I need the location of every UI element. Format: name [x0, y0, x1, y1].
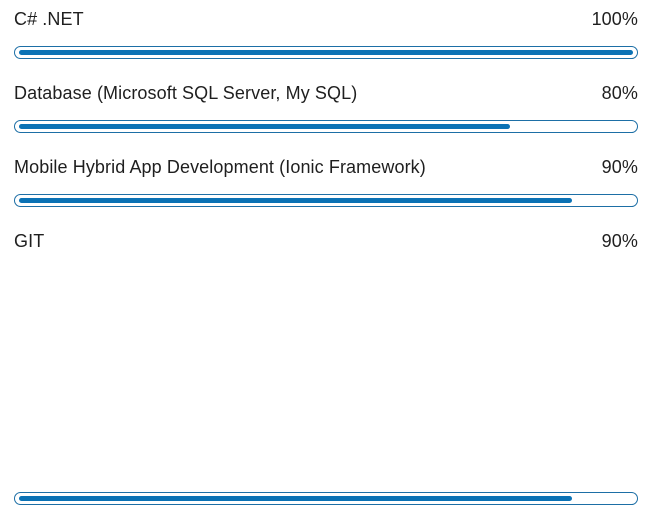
progress-track: [14, 492, 638, 505]
progress-fill: [19, 124, 510, 129]
skill-header: Database (Microsoft SQL Server, My SQL) …: [14, 74, 638, 104]
skills-list: C# .NET 100% Database (Microsoft SQL Ser…: [14, 0, 638, 505]
skill-percent: 100%: [591, 9, 638, 29]
progress-fill: [19, 198, 572, 203]
progress-fill: [19, 496, 572, 501]
skill-item-mobile-hybrid: Mobile Hybrid App Development (Ionic Fra…: [14, 148, 638, 222]
skill-item-csharp: C# .NET 100%: [14, 0, 638, 74]
skill-header: C# .NET 100%: [14, 0, 638, 30]
progress-track: [14, 120, 638, 133]
skill-label: Mobile Hybrid App Development (Ionic Fra…: [14, 157, 426, 177]
skill-label: C# .NET: [14, 9, 84, 29]
progress-track: [14, 46, 638, 59]
skill-percent: 90%: [601, 157, 638, 177]
skill-header: GIT 90%: [14, 222, 638, 252]
skill-header: Mobile Hybrid App Development (Ionic Fra…: [14, 148, 638, 178]
progress-track: [14, 194, 638, 207]
skill-item-git: GIT 90%: [14, 222, 638, 505]
skill-percent: 80%: [601, 83, 638, 103]
skill-label: GIT: [14, 231, 45, 251]
progress-fill: [19, 50, 633, 55]
skill-item-database: Database (Microsoft SQL Server, My SQL) …: [14, 74, 638, 148]
skill-percent: 90%: [601, 231, 638, 251]
skill-label: Database (Microsoft SQL Server, My SQL): [14, 83, 358, 103]
